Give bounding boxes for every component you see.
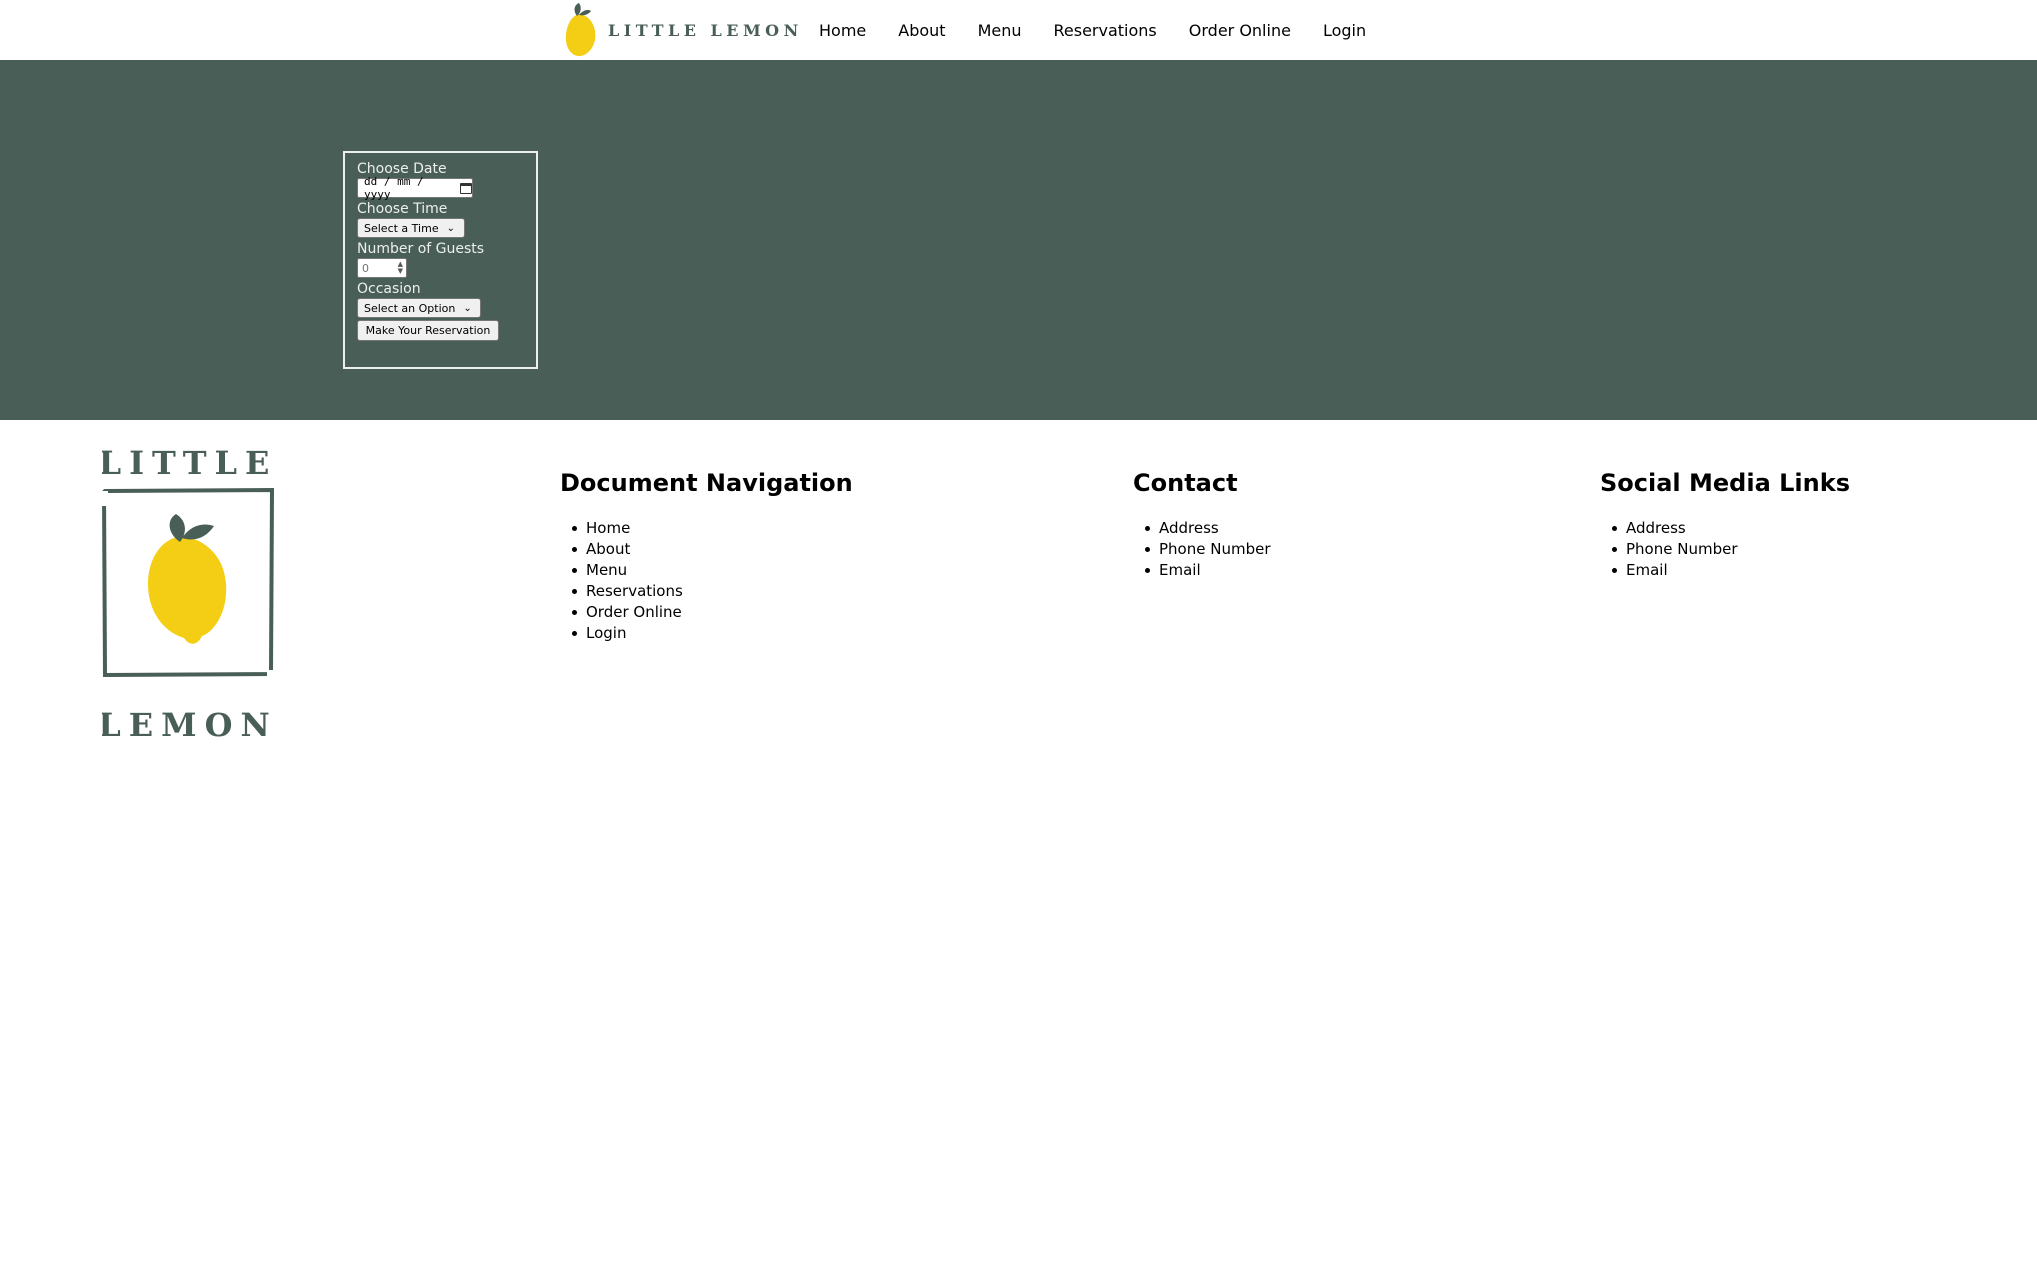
chevron-down-icon: ⌄ [463, 302, 472, 314]
date-input[interactable]: dd / mm / yyyy [357, 175, 473, 201]
contact-email[interactable]: Email [1145, 560, 1271, 581]
footer-social-list: Address Phone Number Email [1600, 518, 1850, 581]
nav-link-order-online[interactable]: Order Online [1189, 20, 1291, 42]
time-label: Choose Time [357, 201, 448, 217]
guests-label: Number of Guests [357, 241, 485, 257]
social-address[interactable]: Address [1612, 518, 1850, 539]
social-email[interactable]: Email [1612, 560, 1850, 581]
footer-document-navigation: Document Navigation Home About Menu Rese… [560, 468, 853, 644]
footer-logo: LITTLE LEMON [102, 444, 274, 744]
footer-heading: Contact [1133, 469, 1238, 497]
logo-word-top: LITTLE [102, 444, 274, 482]
site-footer: LITTLE LEMON Document Navigation Home Ab… [0, 420, 2037, 1261]
site-header: LITTLE LEMON Home About Menu Reservation… [0, 0, 2037, 60]
main-nav: Home About Menu Reservations Order Onlin… [819, 20, 1398, 42]
brand-name: LITTLE LEMON [608, 20, 803, 40]
make-reservation-button[interactable]: Make Your Reservation [357, 320, 499, 341]
time-select[interactable]: Select a Time ⌄ [357, 218, 465, 238]
footer-heading: Document Navigation [560, 469, 853, 497]
footer-link-login[interactable]: Login [572, 623, 853, 644]
contact-phone-number[interactable]: Phone Number [1145, 539, 1271, 560]
contact-address[interactable]: Address [1145, 518, 1271, 539]
lemon-icon [565, 3, 596, 57]
footer-heading: Social Media Links [1600, 469, 1850, 497]
footer-link-menu[interactable]: Menu [572, 560, 853, 581]
occasion-select-value: Select an Option [364, 301, 456, 315]
social-phone-number[interactable]: Phone Number [1612, 539, 1850, 560]
reservation-form: Choose Date dd / mm / yyyy Choose Time S… [343, 151, 538, 369]
nav-link-about[interactable]: About [898, 20, 945, 42]
nav-link-login[interactable]: Login [1323, 20, 1366, 42]
guests-value: 0 [362, 261, 369, 275]
occasion-label: Occasion [357, 281, 421, 297]
reservation-section: Choose Date dd / mm / yyyy Choose Time S… [0, 60, 2037, 420]
footer-social-media-links: Social Media Links Address Phone Number … [1600, 468, 1850, 581]
guests-input[interactable]: 0 ▲ ▼ [357, 258, 407, 278]
footer-link-home[interactable]: Home [572, 518, 853, 539]
nav-link-reservations[interactable]: Reservations [1054, 20, 1157, 42]
footer-link-reservations[interactable]: Reservations [572, 581, 853, 602]
logo-word-bottom: LEMON [102, 706, 274, 744]
spinner-icon[interactable]: ▲ ▼ [398, 261, 403, 275]
occasion-select[interactable]: Select an Option ⌄ [357, 298, 481, 318]
time-select-value: Select a Time [364, 221, 439, 235]
footer-contact-list: Address Phone Number Email [1133, 518, 1271, 581]
calendar-icon[interactable] [460, 182, 472, 194]
nav-link-home[interactable]: Home [819, 20, 866, 42]
nav-link-menu[interactable]: Menu [978, 20, 1022, 42]
footer-nav-list: Home About Menu Reservations Order Onlin… [560, 518, 853, 644]
chevron-down-icon: ⌄ [446, 222, 455, 234]
date-placeholder: dd / mm / yyyy [364, 175, 424, 201]
brand-logo[interactable]: LITTLE LEMON [561, 2, 803, 58]
footer-link-about[interactable]: About [572, 539, 853, 560]
footer-contact: Contact Address Phone Number Email [1133, 468, 1271, 581]
lemon-icon [148, 514, 227, 644]
footer-link-order-online[interactable]: Order Online [572, 602, 853, 623]
